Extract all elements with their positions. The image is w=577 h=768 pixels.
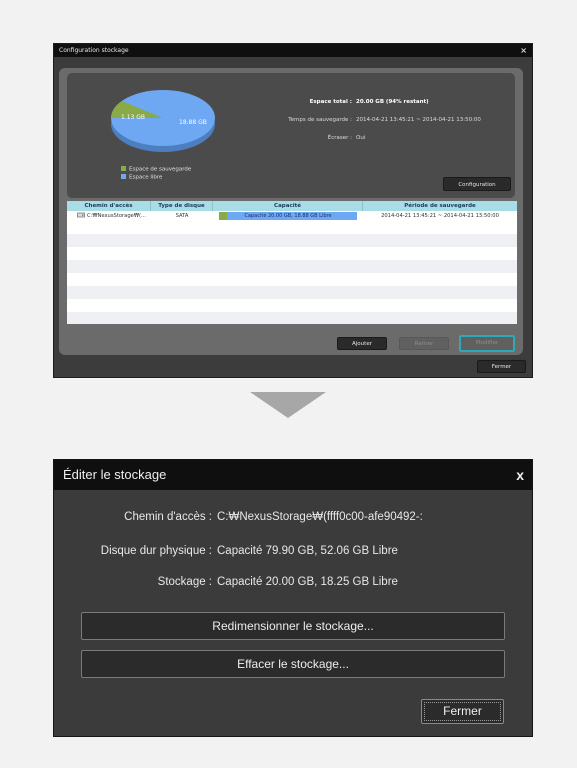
storage-label: Stockage : [157, 576, 212, 588]
storage-table: Chemin d'accès Type de disque Capacité P… [67, 201, 517, 324]
legend-swatch [121, 173, 126, 179]
table-row[interactable]: C:₩NexusStorage₩(... SATA Capacité 20.00… [67, 211, 517, 221]
remove-button[interactable]: Retirer [399, 337, 449, 350]
storage-value: Capacité 20.00 GB, 18.25 GB Libre [217, 576, 398, 588]
close-button[interactable]: Fermer [421, 699, 504, 724]
pie-used-label: 1.13 GB [121, 114, 145, 121]
info-value: 2014-04-21 13:45:21 ~ 2014-04-21 13:50:0… [356, 117, 481, 123]
info-key: Écraser : [327, 135, 352, 141]
storage-summary-panel: 1.13 GB 18.88 GB Espace de sauvegarde Es… [67, 73, 515, 198]
config-titlebar: Configuration stockage × [54, 44, 532, 57]
legend-item-free: Espace libre [121, 173, 191, 182]
pie-legend: Espace de sauvegarde Espace libre [121, 166, 191, 181]
legend-swatch [121, 166, 126, 171]
close-button[interactable]: Fermer [477, 360, 526, 373]
capacity-bar-label: Capacité 20.00 GB, 18.88 GB Libre [244, 213, 332, 219]
figure-background: Configuration stockage × 1.13 GB 18.88 G… [0, 0, 577, 768]
table-header: Chemin d'accès Type de disque Capacité P… [67, 201, 517, 211]
path-value: C:₩NexusStorage₩(ffff0c00-afe90492-: [217, 511, 423, 523]
pie-free-label: 18.88 GB [179, 119, 207, 126]
table-row-empty [67, 312, 517, 324]
close-icon[interactable]: × [520, 44, 527, 57]
info-key: Espace total : [309, 99, 352, 105]
column-header-path[interactable]: Chemin d'accès [67, 201, 151, 211]
table-row-empty [67, 234, 517, 247]
cell-disk-type: SATA [175, 213, 189, 219]
table-row-empty [67, 221, 517, 234]
configuration-button[interactable]: Configuration [443, 177, 511, 191]
legend-item-backup: Espace de sauvegarde [121, 166, 191, 174]
cell-period: 2014-04-21 13:45:21 ~ 2014-04-21 13:50:0… [381, 213, 499, 219]
modify-button[interactable]: Modifier [459, 335, 515, 352]
info-value: 20.00 GB (94% restant) [356, 99, 429, 105]
info-key: Temps de sauvegarde : [288, 117, 352, 123]
table-row-empty [67, 299, 517, 312]
capacity-bar: Capacité 20.00 GB, 18.88 GB Libre [219, 212, 357, 220]
edit-dialog-title: Éditer le stockage [63, 467, 167, 482]
drive-icon [77, 212, 85, 217]
config-content: 1.13 GB 18.88 GB Espace de sauvegarde Es… [59, 68, 523, 355]
column-header-capacity[interactable]: Capacité [213, 201, 363, 211]
path-label: Chemin d'accès : [124, 511, 212, 523]
storage-pie-chart: 1.13 GB 18.88 GB [103, 84, 223, 156]
config-window-title: Configuration stockage [59, 47, 129, 54]
edit-titlebar: Éditer le stockage x [54, 460, 532, 490]
table-row-empty [67, 260, 517, 273]
down-arrow-icon [250, 392, 326, 418]
table-row-empty [67, 273, 517, 286]
info-value: Oui [356, 135, 366, 141]
table-row-empty [67, 286, 517, 299]
column-header-period[interactable]: Période de sauvegarde [363, 201, 517, 211]
configuration-window: Configuration stockage × 1.13 GB 18.88 G… [53, 43, 533, 378]
table-row-empty [67, 247, 517, 260]
column-header-disk-type[interactable]: Type de disque [151, 201, 213, 211]
physical-disk-value: Capacité 79.90 GB, 52.06 GB Libre [217, 545, 398, 557]
physical-disk-label: Disque dur physique : [100, 545, 212, 557]
cell-path: C:₩NexusStorage₩(... [77, 211, 153, 221]
resize-storage-button[interactable]: Redimensionner le stockage... [81, 612, 505, 640]
edit-storage-dialog: Éditer le stockage x Chemin d'accès : C:… [53, 459, 533, 737]
close-icon[interactable]: x [516, 460, 524, 490]
erase-storage-button[interactable]: Effacer le stockage... [81, 650, 505, 678]
add-button[interactable]: Ajouter [337, 337, 387, 350]
